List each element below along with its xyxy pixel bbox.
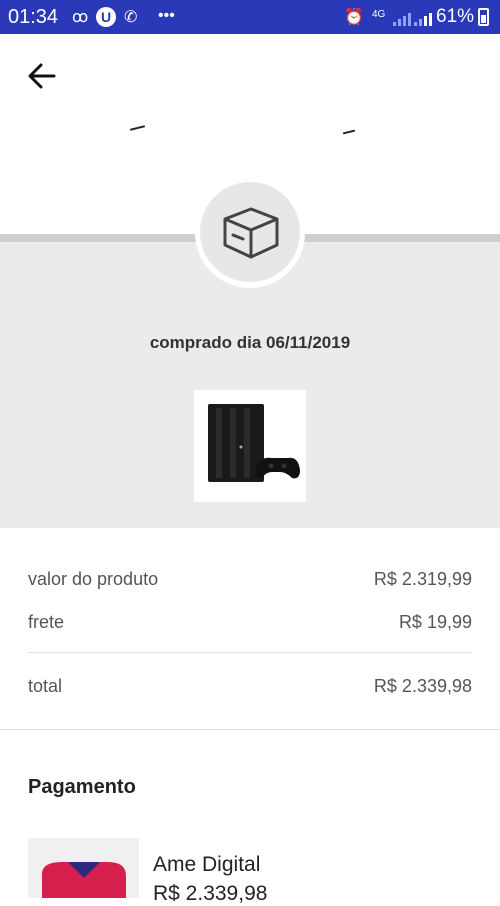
status-time: 01:34: [8, 6, 59, 28]
shipping-amount: R$ 19,99: [398, 612, 472, 632]
summary-divider: [28, 652, 472, 653]
signal-icon-2: [414, 12, 432, 26]
payment-section-title: Pagamento: [28, 776, 136, 798]
product-image[interactable]: [194, 390, 306, 502]
shipping-label: frete: [28, 612, 65, 632]
u-app-icon: U: [96, 7, 116, 27]
status-bar: 01:34 ꝏ U ✆ ••• ⏰ 4G 61%: [0, 0, 500, 34]
alarm-icon: ⏰: [344, 9, 364, 26]
box-circle: [200, 182, 300, 282]
battery-percent: 61%: [436, 6, 475, 27]
more-notifications-icon: •••: [158, 7, 175, 24]
product-value-amount: R$ 2.319,99: [373, 569, 472, 589]
mark-right: [342, 129, 356, 135]
row-shipping: frete R$ 19,99: [28, 612, 472, 633]
payment-method-logo: [28, 838, 139, 898]
total-amount: R$ 2.339,98: [373, 676, 472, 696]
voicemail-icon: ꝏ: [72, 9, 89, 26]
box-icon: [223, 207, 279, 259]
mark-left: [129, 125, 146, 131]
purchase-date: comprado dia 06/11/2019: [149, 333, 351, 352]
total-label: total: [28, 676, 63, 696]
signal-icon: [393, 12, 411, 26]
arrow-left-icon: [28, 63, 56, 89]
network-type: 4G: [372, 9, 386, 20]
back-button[interactable]: [26, 60, 58, 92]
product-value-label: valor do produto: [28, 569, 159, 589]
row-product-value: valor do produto R$ 2.319,99: [28, 569, 472, 590]
row-total: total R$ 2.339,98: [28, 676, 472, 697]
payment-amount: R$ 2.339,98: [153, 882, 268, 905]
section-divider: [0, 729, 500, 730]
payment-method-name: Ame Digital: [153, 853, 261, 876]
console-image: [208, 404, 300, 482]
ame-card-image: [42, 862, 126, 898]
whatsapp-icon: ✆: [124, 9, 138, 26]
battery-icon: [478, 8, 489, 26]
